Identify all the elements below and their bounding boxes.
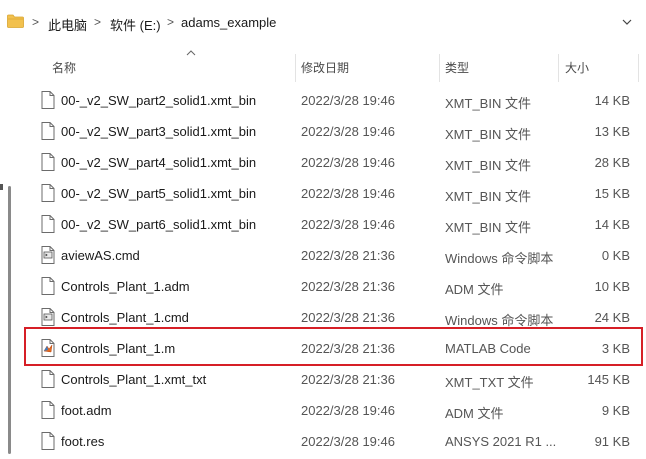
file-row[interactable]: foot.adm 2022/3/28 19:46 ADM 文件 9 KB [36, 394, 646, 425]
file-date: 2022/3/28 19:46 [301, 217, 395, 232]
address-bar[interactable]: > 此电脑 > 软件 (E:) > adams_example [0, 0, 646, 44]
file-type: ADM 文件 [445, 406, 504, 421]
file-date: 2022/3/28 19:46 [301, 124, 395, 139]
file-icon [41, 184, 55, 202]
file-row[interactable]: 00-_v2_SW_part5_solid1.xmt_bin 2022/3/28 … [36, 177, 646, 208]
sort-ascending-icon [186, 50, 196, 56]
file-name: Controls_Plant_1.cmd [61, 310, 189, 325]
file-icon [41, 401, 55, 419]
file-type: XMT_BIN 文件 [445, 127, 531, 142]
highlight-box [24, 327, 643, 366]
file-row[interactable]: Controls_Plant_1.adm 2022/3/28 21:36 ADM 文… [36, 270, 646, 301]
cmd-file-icon [41, 246, 55, 264]
file-icon [41, 432, 55, 450]
column-name-header[interactable]: 名称 [52, 59, 76, 76]
column-divider[interactable] [295, 54, 296, 82]
file-row[interactable]: 00-_v2_SW_part3_solid1.xmt_bin 2022/3/28 … [36, 115, 646, 146]
file-name: 00-_v2_SW_part6_solid1.xmt_bin [61, 217, 257, 232]
file-name: foot.res [61, 434, 105, 449]
breadcrumb-this-pc[interactable]: 此电脑 [48, 15, 87, 34]
file-size: 13 KB [594, 124, 630, 139]
column-date-header[interactable]: 修改日期 [301, 59, 349, 76]
nav-item-marker [0, 184, 3, 190]
file-row[interactable]: 00-_v2_SW_part6_solid1.xmt_bin 2022/3/28 … [36, 208, 646, 239]
file-name: 00-_v2_SW_part5_solid1.xmt_bin [61, 186, 257, 201]
file-date: 2022/3/28 21:36 [301, 310, 395, 325]
column-type-header[interactable]: 类型 [445, 59, 469, 76]
file-name: 00-_v2_SW_part3_solid1.xmt_bin [61, 124, 257, 139]
file-row[interactable]: foot.res 2022/3/28 19:46 ANSYS 2021 R1 ...… [36, 425, 646, 456]
file-size: 145 KB [587, 372, 630, 387]
file-row[interactable]: 00-_v2_SW_part4_solid1.xmt_bin 2022/3/28 … [36, 146, 646, 177]
file-size: 0 KB [601, 248, 630, 263]
file-date: 2022/3/28 21:36 [301, 279, 395, 294]
column-divider[interactable] [439, 54, 440, 82]
breadcrumb-separator: > [32, 15, 40, 29]
file-date: 2022/3/28 19:46 [301, 403, 395, 418]
file-date: 2022/3/28 19:46 [301, 93, 395, 108]
file-date: 2022/3/28 19:46 [301, 155, 395, 170]
file-size: 14 KB [594, 217, 630, 232]
file-type: XMT_BIN 文件 [445, 158, 531, 173]
breadcrumb-separator: > [94, 15, 102, 29]
file-name: 00-_v2_SW_part4_solid1.xmt_bin [61, 155, 257, 170]
file-name: Controls_Plant_1.adm [61, 279, 190, 294]
file-type: XMT_TXT 文件 [445, 375, 534, 390]
cmd-file-icon [41, 308, 55, 326]
file-date: 2022/3/28 19:46 [301, 434, 395, 449]
file-size: 9 KB [601, 403, 630, 418]
file-icon [41, 153, 55, 171]
file-name: Controls_Plant_1.xmt_txt [61, 372, 207, 387]
file-type: ADM 文件 [445, 282, 504, 297]
file-icon [41, 215, 55, 233]
file-date: 2022/3/28 19:46 [301, 186, 395, 201]
file-row[interactable]: 00-_v2_SW_part2_solid1.xmt_bin 2022/3/28 … [36, 84, 646, 115]
file-name: foot.adm [61, 403, 112, 418]
file-date: 2022/3/28 21:36 [301, 248, 395, 263]
column-divider[interactable] [558, 54, 559, 82]
file-icon [41, 277, 55, 295]
file-size: 14 KB [594, 93, 630, 108]
file-size: 15 KB [594, 186, 630, 201]
file-type: Windows 命令脚本 [445, 251, 554, 266]
breadcrumb-adams-example[interactable]: adams_example [181, 15, 276, 30]
file-type: XMT_BIN 文件 [445, 189, 531, 204]
file-icon [41, 122, 55, 140]
breadcrumb-drive-e[interactable]: 软件 (E:) [110, 15, 161, 34]
file-name: 00-_v2_SW_part2_solid1.xmt_bin [61, 93, 257, 108]
file-type: XMT_BIN 文件 [445, 96, 531, 111]
file-size: 28 KB [594, 155, 630, 170]
file-date: 2022/3/28 21:36 [301, 372, 395, 387]
navigation-scrollbar-thumb[interactable] [8, 186, 11, 454]
file-size: 91 KB [594, 434, 630, 449]
file-type: XMT_BIN 文件 [445, 220, 531, 235]
file-name: aviewAS.cmd [61, 248, 140, 263]
folder-icon [7, 14, 24, 28]
file-size: 10 KB [594, 279, 630, 294]
chevron-down-icon[interactable] [620, 16, 634, 28]
file-type: ANSYS 2021 R1 ... [445, 434, 557, 449]
column-divider[interactable] [638, 54, 639, 82]
file-icon [41, 91, 55, 109]
file-row[interactable]: aviewAS.cmd 2022/3/28 21:36 Windows 命令脚本 0 … [36, 239, 646, 270]
file-size: 24 KB [594, 310, 630, 325]
file-row[interactable]: Controls_Plant_1.xmt_txt 2022/3/28 21:36 X… [36, 363, 646, 394]
file-icon [41, 370, 55, 388]
column-size-header[interactable]: 大小 [565, 59, 589, 76]
breadcrumb-separator: > [167, 15, 175, 29]
